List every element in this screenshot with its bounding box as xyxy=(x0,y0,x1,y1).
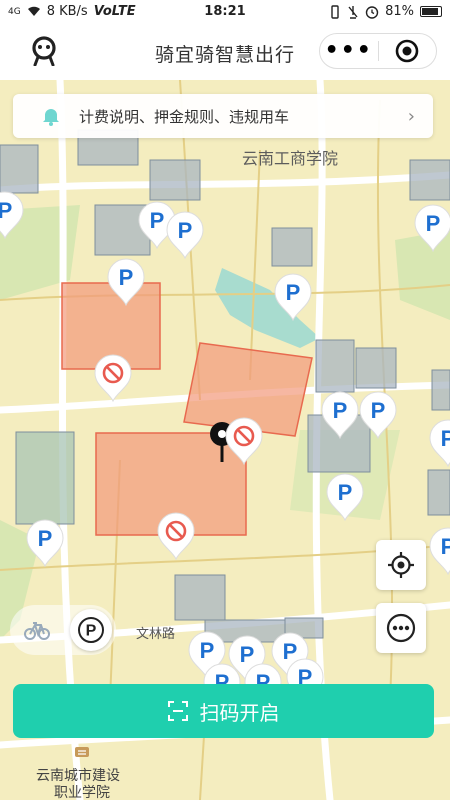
svg-text:P: P xyxy=(178,218,193,243)
parking-spot-marker[interactable]: P xyxy=(359,391,397,439)
parking-spot-marker[interactable]: P xyxy=(429,419,450,467)
bicycle-icon[interactable] xyxy=(24,619,50,641)
svg-text:P: P xyxy=(200,638,215,663)
more-dots-icon[interactable]: ••• xyxy=(320,34,378,68)
alarm-icon xyxy=(365,5,379,19)
no-parking-marker[interactable] xyxy=(157,512,195,560)
mute-icon xyxy=(348,5,358,19)
app-header: 骑宜骑智慧出行 ••• xyxy=(0,24,450,80)
svg-text:P: P xyxy=(286,280,301,305)
more-options-icon xyxy=(386,613,416,643)
no-parking-marker[interactable] xyxy=(94,354,132,402)
mode-toggle[interactable]: P xyxy=(10,605,116,655)
scan-to-unlock-button[interactable]: 扫码开启 xyxy=(13,684,434,738)
parking-spot-marker[interactable]: P xyxy=(429,527,450,575)
school-poi-icon xyxy=(75,747,89,757)
parking-spot-marker[interactable]: P xyxy=(414,204,450,252)
map-label-school: 云南工商学院 xyxy=(242,149,339,168)
svg-text:P: P xyxy=(426,211,441,236)
mini-program-capsule: ••• xyxy=(319,33,437,69)
svg-text:P: P xyxy=(38,526,53,551)
parking-spot-marker[interactable]: P xyxy=(321,391,359,439)
bell-icon xyxy=(43,109,59,126)
parking-mode-button[interactable]: P xyxy=(70,609,112,651)
notice-bar[interactable]: 计费说明、押金规则、违规用车 › xyxy=(13,94,433,138)
battery-percent: 81% xyxy=(385,4,414,19)
mini-program-close-icon[interactable] xyxy=(378,39,436,63)
more-options-button[interactable] xyxy=(376,603,426,653)
map-label-college-line2: 职业学院 xyxy=(54,785,110,800)
scan-button-label: 扫码开启 xyxy=(199,700,280,725)
svg-text:P: P xyxy=(441,534,450,559)
notice-text: 计费说明、押金规则、违规用车 xyxy=(79,107,290,126)
svg-text:P: P xyxy=(338,480,353,505)
parking-circle-icon: P xyxy=(78,617,104,643)
map-label-road: 文林路 xyxy=(136,627,176,642)
svg-text:P: P xyxy=(86,623,97,640)
svg-text:P: P xyxy=(333,398,348,423)
battery-icon xyxy=(420,6,442,17)
svg-text:P: P xyxy=(119,265,134,290)
parking-spot-marker[interactable]: P xyxy=(166,211,204,259)
svg-text:P: P xyxy=(441,426,450,451)
parking-spot-marker[interactable]: P xyxy=(326,473,364,521)
parking-spot-marker[interactable]: P xyxy=(26,519,64,567)
status-bar: 4G 8 KB/s VoLTE 18:21 81% xyxy=(0,0,450,24)
scan-icon xyxy=(167,701,188,721)
svg-text:P: P xyxy=(371,398,386,423)
locate-button[interactable] xyxy=(376,540,426,590)
no-parking-marker[interactable] xyxy=(225,417,263,465)
vibrate-icon xyxy=(331,4,339,19)
svg-text:P: P xyxy=(150,208,165,233)
parking-spot-marker[interactable]: P xyxy=(0,191,24,239)
locate-icon xyxy=(388,552,414,578)
svg-text:P: P xyxy=(0,198,12,223)
chevron-right-icon: › xyxy=(407,106,415,127)
parking-spot-marker[interactable]: P xyxy=(107,258,145,306)
parking-spot-marker[interactable]: P xyxy=(274,273,312,321)
